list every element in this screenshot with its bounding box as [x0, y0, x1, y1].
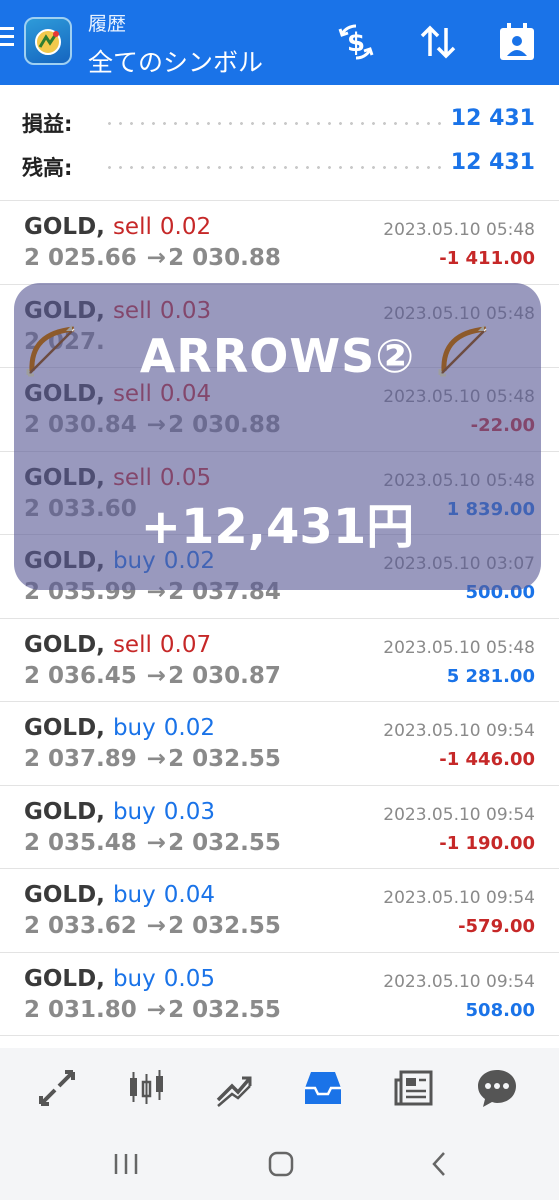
trade-prices: 2 036.45 →2 030.87 [24, 663, 281, 689]
back-icon[interactable] [420, 1148, 460, 1180]
trade-title: GOLD, sell 0.07 [24, 632, 211, 658]
open-price: 2 037.89 [24, 746, 137, 772]
arrow-right-icon: → [146, 245, 167, 271]
trade-time: 2023.05.10 09:54 [383, 888, 535, 908]
trade-type: buy [112, 882, 156, 908]
trade-type: buy [112, 965, 156, 992]
trade-symbol: GOLD, [24, 965, 105, 992]
trade-time: 2023.05.10 09:54 [383, 721, 535, 741]
trade-title: GOLD, buy 0.05 [24, 966, 215, 992]
home-icon[interactable] [261, 1148, 301, 1180]
profit-label: 損益: [22, 112, 73, 136]
trade-volume: 0.05 [163, 965, 215, 992]
trade-row[interactable]: GOLD, buy 0.05 2 031.80 →2 032.55 2023.05.… [0, 953, 559, 1036]
recent-apps-icon[interactable] [106, 1148, 146, 1180]
chat-icon[interactable] [475, 1066, 519, 1110]
trade-symbol: GOLD, [24, 882, 105, 908]
app-logo-icon[interactable] [24, 17, 72, 65]
calendar-person-icon[interactable] [496, 20, 540, 64]
trade-prices: 2 035.48 →2 032.55 [24, 830, 281, 856]
close-price: 2 030.88 [168, 245, 281, 271]
trade-profit: 508.00 [465, 999, 535, 1021]
system-navigation [0, 1126, 559, 1200]
close-price: 2 032.55 [168, 996, 281, 1023]
trade-type: buy [112, 798, 156, 825]
trade-row[interactable]: GOLD, buy 0.04 2 033.62 →2 032.55 2023.05.… [0, 869, 559, 952]
profit-value: 12 431 [450, 106, 535, 131]
svg-text:$: $ [347, 28, 365, 58]
close-price: 2 032.55 [168, 913, 281, 939]
chart-icon[interactable] [124, 1066, 168, 1110]
dollar-refresh-icon[interactable]: $ [334, 20, 378, 64]
balance-summary-row: 残高: 12 431 [0, 146, 559, 186]
trade-symbol: GOLD, [24, 631, 105, 658]
trade-time: 2023.05.10 05:48 [383, 637, 535, 658]
arrow-right-icon: → [146, 996, 167, 1023]
trade-volume: 0.03 [163, 798, 215, 825]
trade-symbol: GOLD, [24, 798, 105, 825]
trade-row[interactable]: GOLD, buy 0.02 2 037.89 →2 032.55 2023.05.… [0, 702, 559, 785]
balance-value: 12 431 [450, 150, 535, 175]
trade-title: GOLD, buy 0.02 [24, 715, 215, 741]
sort-icon[interactable] [416, 20, 460, 64]
trade-time: 2023.05.10 05:48 [383, 220, 535, 240]
trade-title: GOLD, sell 0.02 [24, 214, 211, 240]
close-price: 2 030.87 [168, 662, 281, 689]
trade-title: GOLD, buy 0.04 [24, 882, 215, 908]
trade-profit: 5 281.00 [446, 665, 535, 687]
trade-prices: 2 031.80 →2 032.55 [24, 997, 281, 1023]
symbol-filter[interactable]: 全てのシンボル [88, 43, 263, 79]
bottom-navigation [0, 1048, 559, 1126]
trade-time: 2023.05.10 09:54 [383, 804, 535, 825]
trade-time: 2023.05.10 09:54 [383, 971, 535, 992]
close-price: 2 032.55 [168, 829, 281, 856]
quotes-icon[interactable] [35, 1066, 79, 1110]
trade-symbol: GOLD, [24, 214, 105, 240]
divider [0, 1035, 559, 1036]
arrow-right-icon: → [146, 913, 167, 939]
open-price: 2 035.48 [24, 829, 137, 856]
history-icon[interactable] [301, 1066, 345, 1110]
trade-profit: -1 411.00 [439, 248, 535, 269]
trade-profit: -579.00 [458, 916, 535, 937]
trade-type: buy [112, 715, 156, 741]
balance-label: 残高: [22, 156, 73, 180]
trade-volume: 0.04 [163, 882, 215, 908]
arrow-right-icon: → [146, 829, 167, 856]
dotted-leader [104, 166, 445, 169]
app-header: 履歴 全てのシンボル $ [0, 0, 559, 85]
trade-row[interactable]: GOLD, buy 0.03 2 035.48 →2 032.55 2023.05.… [0, 786, 559, 869]
trade-prices: 2 037.89 →2 032.55 [24, 746, 281, 772]
arrow-right-icon: → [146, 746, 167, 772]
trade-prices: 2 033.62 →2 032.55 [24, 913, 281, 939]
trade-symbol: GOLD, [24, 715, 105, 741]
promo-overlay: ARROWS② +12,431円 [14, 283, 541, 590]
open-price: 2 036.45 [24, 662, 137, 689]
page-title: 履歴 [88, 13, 127, 35]
trade-icon[interactable] [212, 1066, 256, 1110]
trade-type: sell [112, 214, 152, 240]
trade-type: sell [112, 631, 152, 658]
open-price: 2 025.66 [24, 245, 137, 271]
trade-title: GOLD, buy 0.03 [24, 799, 215, 825]
profit-summary-row: 損益: 12 431 [0, 102, 559, 142]
trade-profit: -1 190.00 [439, 832, 535, 854]
trade-volume: 0.07 [159, 631, 212, 658]
open-price: 2 033.62 [24, 913, 137, 939]
dotted-leader [104, 122, 445, 125]
overlay-title: ARROWS② [139, 329, 416, 383]
trade-volume: 0.02 [159, 214, 212, 240]
trade-volume: 0.02 [163, 715, 215, 741]
trade-prices: 2 025.66 →2 030.88 [24, 245, 281, 271]
news-icon[interactable] [392, 1066, 436, 1110]
arrow-right-icon: → [146, 662, 167, 689]
open-price: 2 031.80 [24, 996, 137, 1023]
overlay-amount: +12,431円 [140, 499, 415, 555]
trade-profit: -1 446.00 [439, 749, 535, 770]
trade-row[interactable]: GOLD, sell 0.02 2 025.66 →2 030.88 2023.05… [0, 201, 559, 284]
close-price: 2 032.55 [168, 746, 281, 772]
trade-row[interactable]: GOLD, sell 0.07 2 036.45 →2 030.87 2023.05… [0, 619, 559, 702]
menu-icon[interactable] [0, 27, 14, 49]
